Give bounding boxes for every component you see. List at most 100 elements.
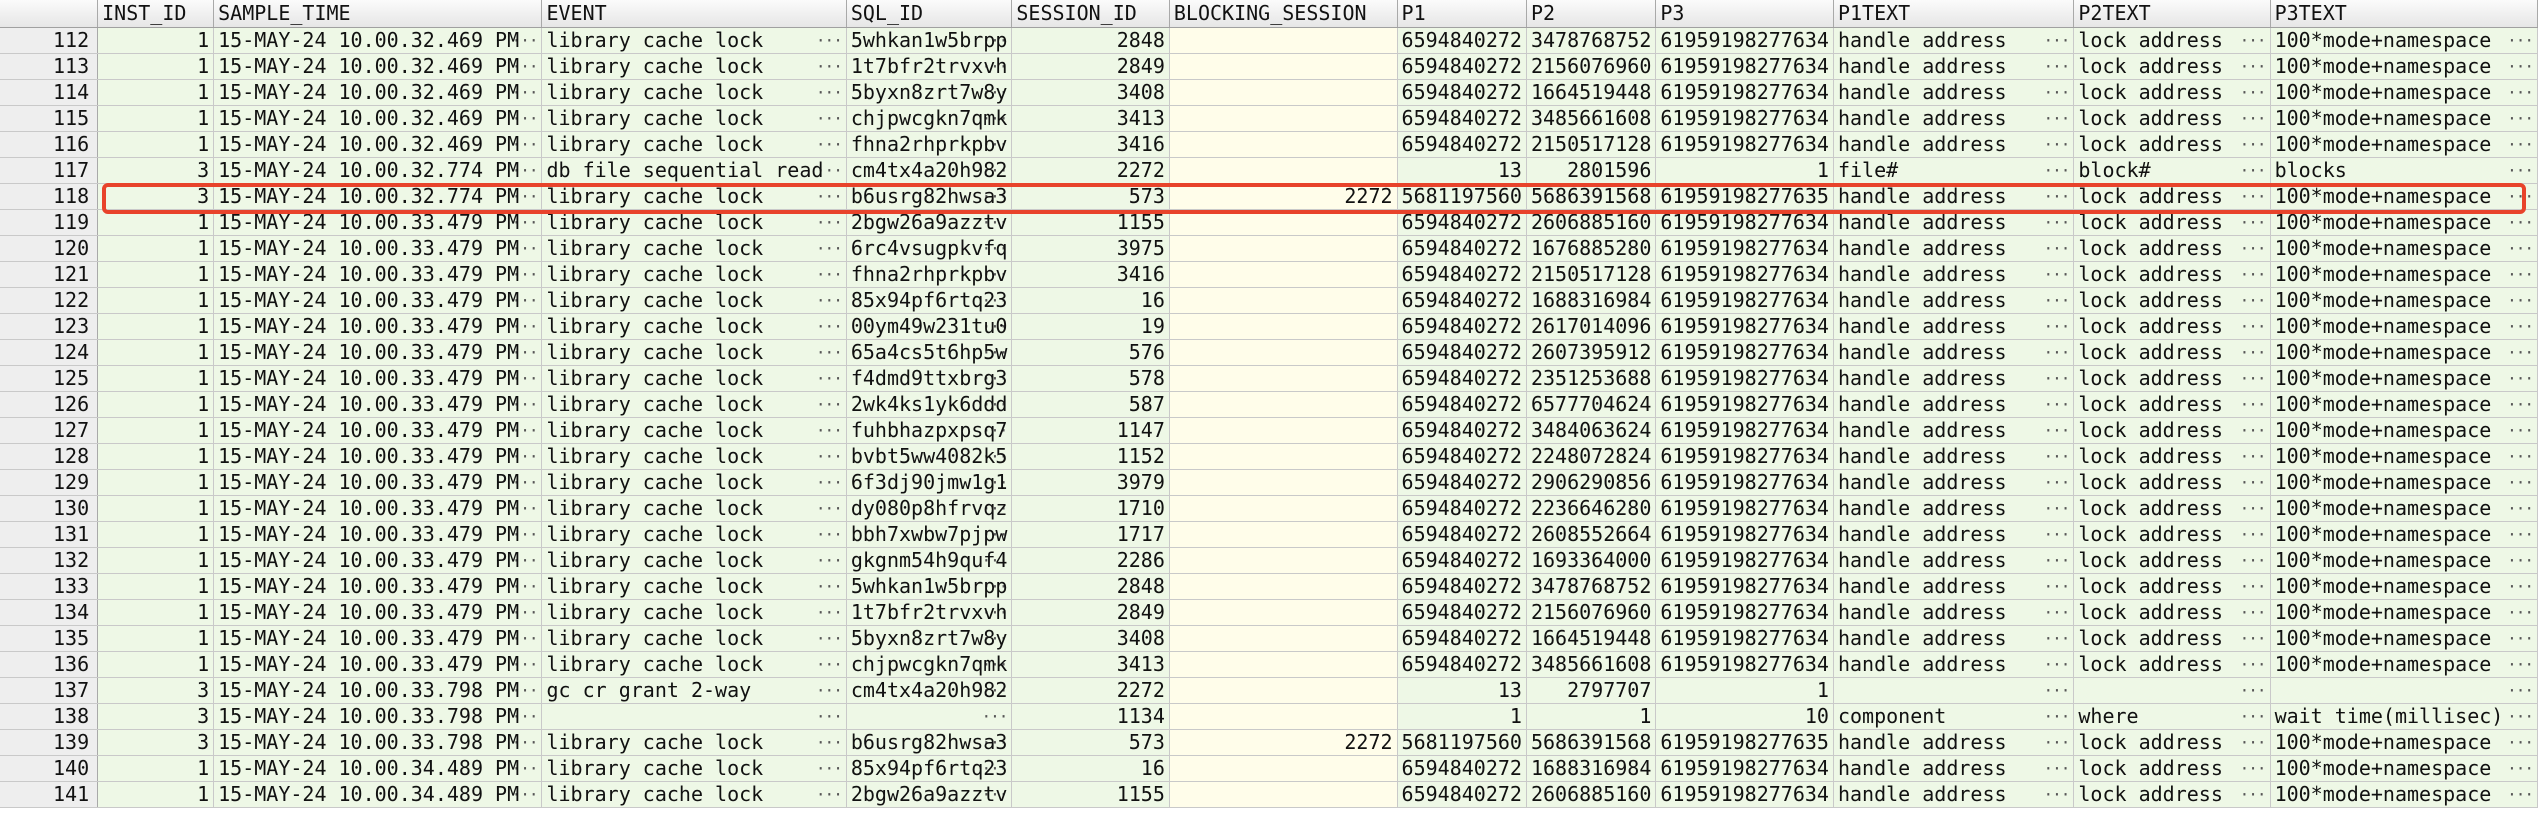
cell-event[interactable]: ··· gc cr grant 2-way bbox=[541, 677, 847, 704]
cell-p2text[interactable]: ··· lock address bbox=[2073, 53, 2271, 80]
cell-p1[interactable]: 13 bbox=[1397, 157, 1527, 184]
row-number[interactable]: 137 bbox=[0, 677, 99, 704]
cell-session_id[interactable]: 2272 bbox=[1011, 677, 1170, 704]
cell-expand-button[interactable]: ··· bbox=[2043, 496, 2070, 521]
cell-p1text[interactable]: ··· handle address bbox=[1833, 365, 2075, 392]
cell-expand-button[interactable]: ··· bbox=[2043, 314, 2070, 339]
cell-event[interactable]: ··· library cache lock bbox=[541, 417, 847, 444]
cell-expand-button[interactable]: ··· bbox=[2240, 574, 2267, 599]
cell-event[interactable]: ··· library cache lock bbox=[541, 183, 847, 210]
row-number[interactable]: 130 bbox=[0, 495, 99, 522]
cell-p3text[interactable]: ··· 100*mode+namespace bbox=[2270, 105, 2538, 132]
table-row[interactable]: 124 1 ··· 15-MAY-24 10.00.33.479 PM ··· libra… bbox=[0, 339, 2538, 366]
cell-p2[interactable]: 2606885160 bbox=[1526, 209, 1657, 236]
cell-event[interactable]: ··· library cache lock bbox=[541, 339, 847, 366]
cell-expand-button[interactable]: ··· bbox=[2043, 262, 2070, 287]
cell-p2[interactable]: 3485661608 bbox=[1526, 651, 1657, 678]
cell-expand-button[interactable]: ··· bbox=[2240, 184, 2267, 209]
row-number[interactable]: 135 bbox=[0, 625, 99, 652]
cell-p3text[interactable]: ··· 100*mode+namespace bbox=[2270, 625, 2538, 652]
cell-session_id[interactable]: 3979 bbox=[1011, 469, 1170, 496]
cell-p1[interactable]: 6594840272 bbox=[1397, 469, 1527, 496]
cell-expand-button[interactable]: ··· bbox=[2043, 132, 2070, 157]
cell-p2text[interactable]: ··· lock address bbox=[2073, 365, 2271, 392]
cell-sql_id[interactable]: ··· dy080p8hfrvqz bbox=[846, 495, 1013, 522]
cell-p2[interactable]: 2236646280 bbox=[1526, 495, 1657, 522]
table-row[interactable]: 140 1 ··· 15-MAY-24 10.00.34.489 PM ··· libra… bbox=[0, 755, 2538, 782]
cell-expand-button[interactable]: ··· bbox=[2240, 340, 2267, 365]
cell-inst_id[interactable]: 1 bbox=[97, 261, 215, 288]
cell-inst_id[interactable]: 1 bbox=[97, 573, 215, 600]
cell-expand-button[interactable]: ··· bbox=[2507, 574, 2534, 599]
cell-p1text[interactable]: ··· handle address bbox=[1833, 105, 2075, 132]
cell-p1text[interactable]: ··· file# bbox=[1833, 157, 2075, 184]
cell-p1text[interactable]: ··· handle address bbox=[1833, 209, 2075, 236]
cell-expand-button[interactable]: ··· bbox=[816, 262, 843, 287]
cell-expand-button[interactable]: ··· bbox=[2043, 184, 2070, 209]
cell-session_id[interactable]: 3408 bbox=[1011, 625, 1170, 652]
cell-p1text[interactable]: ··· handle address bbox=[1833, 287, 2075, 314]
row-number[interactable]: 114 bbox=[0, 79, 99, 106]
row-number[interactable]: 116 bbox=[0, 131, 99, 158]
cell-event[interactable]: ··· library cache lock bbox=[541, 729, 847, 756]
cell-sql_id[interactable]: ··· 85x94pf6rtq23 bbox=[846, 287, 1013, 314]
cell-expand-button[interactable]: ··· bbox=[2240, 756, 2267, 781]
cell-session_id[interactable]: 2849 bbox=[1011, 599, 1170, 626]
cell-sql_id[interactable]: ··· 65a4cs5t6hp5w bbox=[846, 339, 1013, 366]
cell-blocking_session[interactable] bbox=[1169, 469, 1398, 496]
cell-inst_id[interactable]: 1 bbox=[97, 625, 215, 652]
table-row[interactable]: 128 1 ··· 15-MAY-24 10.00.33.479 PM ··· libra… bbox=[0, 443, 2538, 470]
cell-sample_time[interactable]: ··· 15-MAY-24 10.00.33.479 PM bbox=[213, 651, 543, 678]
cell-p3[interactable]: 61959198277635 bbox=[1655, 729, 1834, 756]
cell-p1text[interactable]: ··· handle address bbox=[1833, 781, 2075, 808]
cell-p1[interactable]: 6594840272 bbox=[1397, 599, 1527, 626]
cell-p1text[interactable]: ··· handle address bbox=[1833, 235, 2075, 262]
cell-expand-button[interactable]: ··· bbox=[2240, 626, 2267, 651]
cell-p3text[interactable]: ··· 100*mode+namespace bbox=[2270, 521, 2538, 548]
cell-sample_time[interactable]: ··· 15-MAY-24 10.00.33.479 PM bbox=[213, 235, 543, 262]
cell-p2[interactable]: 2150517128 bbox=[1526, 261, 1657, 288]
cell-p3text[interactable]: ··· 100*mode+namespace bbox=[2270, 53, 2538, 80]
cell-blocking_session[interactable]: 2272 bbox=[1169, 729, 1398, 756]
cell-expand-button[interactable]: ··· bbox=[2240, 678, 2267, 703]
cell-expand-button[interactable]: ··· bbox=[981, 704, 1008, 729]
cell-sql_id[interactable]: ··· 5whkan1w5brpp bbox=[846, 573, 1013, 600]
row-number[interactable]: 133 bbox=[0, 573, 99, 600]
cell-sample_time[interactable]: ··· 15-MAY-24 10.00.33.479 PM bbox=[213, 261, 543, 288]
cell-p3[interactable]: 61959198277634 bbox=[1655, 781, 1834, 808]
cell-inst_id[interactable]: 1 bbox=[97, 469, 215, 496]
cell-event[interactable]: ··· library cache lock bbox=[541, 391, 847, 418]
cell-event[interactable]: ··· library cache lock bbox=[541, 573, 847, 600]
cell-blocking_session[interactable] bbox=[1169, 703, 1398, 730]
cell-p3[interactable]: 61959198277634 bbox=[1655, 417, 1834, 444]
cell-session_id[interactable]: 2286 bbox=[1011, 547, 1170, 574]
cell-session_id[interactable]: 587 bbox=[1011, 391, 1170, 418]
cell-expand-button[interactable]: ··· bbox=[2507, 236, 2534, 261]
cell-blocking_session[interactable] bbox=[1169, 443, 1398, 470]
cell-sample_time[interactable]: ··· 15-MAY-24 10.00.32.469 PM bbox=[213, 53, 543, 80]
cell-p2[interactable]: 1688316984 bbox=[1526, 287, 1657, 314]
cell-expand-button[interactable]: ··· bbox=[816, 418, 843, 443]
cell-inst_id[interactable]: 1 bbox=[97, 651, 215, 678]
cell-expand-button[interactable]: ··· bbox=[2507, 418, 2534, 443]
table-row[interactable]: 130 1 ··· 15-MAY-24 10.00.33.479 PM ··· libra… bbox=[0, 495, 2538, 522]
cell-p1text[interactable]: ··· handle address bbox=[1833, 443, 2075, 470]
cell-p1[interactable]: 6594840272 bbox=[1397, 755, 1527, 782]
cell-expand-button[interactable]: ··· bbox=[2507, 548, 2534, 573]
cell-sql_id[interactable]: ··· fhna2rhprkpbv bbox=[846, 131, 1013, 158]
cell-session_id[interactable]: 3975 bbox=[1011, 235, 1170, 262]
cell-sample_time[interactable]: ··· 15-MAY-24 10.00.32.469 PM bbox=[213, 79, 543, 106]
column-header-p3[interactable]: P3 bbox=[1655, 0, 1834, 28]
cell-p2text[interactable]: ··· lock address bbox=[2073, 287, 2271, 314]
cell-expand-button[interactable]: ··· bbox=[2240, 288, 2267, 313]
row-number[interactable]: 121 bbox=[0, 261, 99, 288]
cell-session_id[interactable]: 3408 bbox=[1011, 79, 1170, 106]
cell-p1text[interactable]: ··· handle address bbox=[1833, 651, 2075, 678]
cell-expand-button[interactable]: ··· bbox=[2043, 418, 2070, 443]
cell-event[interactable]: ··· library cache lock bbox=[541, 443, 847, 470]
cell-expand-button[interactable]: ··· bbox=[2043, 210, 2070, 235]
cell-sample_time[interactable]: ··· 15-MAY-24 10.00.33.479 PM bbox=[213, 599, 543, 626]
table-row[interactable]: 137 3 ··· 15-MAY-24 10.00.33.798 PM ··· gc cr… bbox=[0, 677, 2538, 704]
cell-p1[interactable]: 1 bbox=[1397, 703, 1527, 730]
cell-p3text[interactable]: ··· 100*mode+namespace bbox=[2270, 313, 2538, 340]
